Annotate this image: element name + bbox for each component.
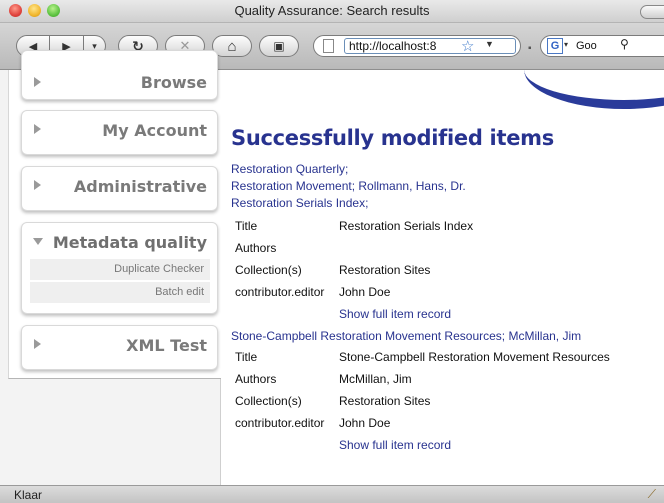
result-link[interactable]: Restoration Quarterly; bbox=[231, 162, 348, 176]
search-icon[interactable]: ⚲ bbox=[620, 37, 629, 51]
window-title: Quality Assurance: Search results bbox=[234, 3, 430, 18]
status-text: Klaar bbox=[14, 488, 43, 502]
sidebar-item-label: Administrative bbox=[73, 177, 207, 196]
sidebar-item-label: XML Test bbox=[126, 336, 207, 355]
home-button[interactable]: ⌂ bbox=[212, 35, 252, 57]
sidebar-item-label: Metadata quality bbox=[52, 233, 207, 252]
field-name: contributor.editor bbox=[235, 285, 325, 299]
field-name: Authors bbox=[235, 241, 277, 255]
expand-arrow-icon bbox=[34, 124, 41, 134]
bookmark-icon: ▣ bbox=[273, 39, 285, 53]
field-name: contributor.editor bbox=[235, 416, 325, 430]
main-content: Successfully modified items Restoration … bbox=[221, 70, 664, 485]
sidebar-item-my-account[interactable]: My Account bbox=[21, 110, 218, 155]
url-dropdown-icon[interactable]: ▼ bbox=[485, 39, 494, 49]
field-name: Collection(s) bbox=[235, 394, 302, 408]
url-text: http://localhost:8 bbox=[349, 39, 437, 53]
page-icon bbox=[323, 39, 334, 53]
sidebar: Browse My Account Administrative Metadat… bbox=[0, 50, 221, 485]
sidebar-panel: Browse My Account Administrative Metadat… bbox=[8, 50, 221, 379]
sidebar-subitem-duplicate-checker[interactable]: Duplicate Checker bbox=[30, 259, 210, 280]
address-bar[interactable]: http://localhost:8 ☆ ▼ bbox=[313, 35, 521, 57]
field-name: Title bbox=[235, 350, 258, 364]
toolbar-toggle-button[interactable] bbox=[640, 5, 664, 19]
field-name: Authors bbox=[235, 372, 277, 386]
resize-grip-icon[interactable]: ⟋ bbox=[648, 487, 656, 502]
toolbar-separator: ▪ bbox=[528, 43, 532, 54]
result-link[interactable]: Restoration Movement; Rollmann, Hans, Dr… bbox=[231, 179, 466, 193]
window-titlebar: Quality Assurance: Search results bbox=[0, 0, 664, 23]
bookmarks-button[interactable]: ▣ bbox=[259, 35, 299, 57]
status-bar: Klaar ⟋ bbox=[0, 485, 664, 503]
expand-arrow-icon bbox=[34, 339, 41, 349]
page-title: Successfully modified items bbox=[231, 126, 554, 150]
sidebar-item-label: Browse bbox=[140, 73, 207, 92]
show-full-record-link[interactable]: Show full item record bbox=[339, 307, 451, 321]
field-value: Restoration Serials Index bbox=[339, 219, 474, 233]
result-link[interactable]: Stone-Campbell Restoration Movement Reso… bbox=[231, 329, 581, 343]
field-value: Stone-Campbell Restoration Movement Reso… bbox=[339, 350, 610, 364]
sidebar-item-administrative[interactable]: Administrative bbox=[21, 166, 218, 211]
url-field[interactable]: http://localhost:8 ☆ ▼ bbox=[344, 37, 516, 55]
field-value: John Doe bbox=[339, 416, 391, 430]
search-bar[interactable]: G ▾ ⚲ bbox=[540, 35, 664, 57]
sidebar-item-browse[interactable]: Browse bbox=[21, 50, 218, 100]
collapse-arrow-icon bbox=[33, 238, 43, 245]
home-icon: ⌂ bbox=[227, 37, 237, 55]
field-value: Restoration Sites bbox=[339, 263, 431, 277]
expand-arrow-icon bbox=[34, 180, 41, 190]
field-name: Collection(s) bbox=[235, 263, 302, 277]
field-value: McMillan, Jim bbox=[339, 372, 412, 386]
google-search-engine-icon[interactable]: G bbox=[547, 38, 563, 54]
sidebar-item-metadata-quality[interactable]: Metadata quality Duplicate Checker Batch… bbox=[21, 222, 218, 314]
sidebar-subitem-batch-edit[interactable]: Batch edit bbox=[30, 282, 210, 303]
result-link[interactable]: Restoration Serials Index; bbox=[231, 196, 368, 210]
header-swoosh-decoration bbox=[524, 70, 664, 109]
bookmark-star-icon[interactable]: ☆ bbox=[461, 37, 474, 55]
search-engine-dropdown-icon[interactable]: ▾ bbox=[564, 40, 568, 49]
field-name: Title bbox=[235, 219, 258, 233]
field-value: Restoration Sites bbox=[339, 394, 431, 408]
sidebar-item-xml-test[interactable]: XML Test bbox=[21, 325, 218, 370]
expand-arrow-icon bbox=[34, 77, 41, 87]
field-value: John Doe bbox=[339, 285, 391, 299]
show-full-record-link[interactable]: Show full item record bbox=[339, 438, 451, 452]
sidebar-item-label: My Account bbox=[102, 121, 207, 140]
